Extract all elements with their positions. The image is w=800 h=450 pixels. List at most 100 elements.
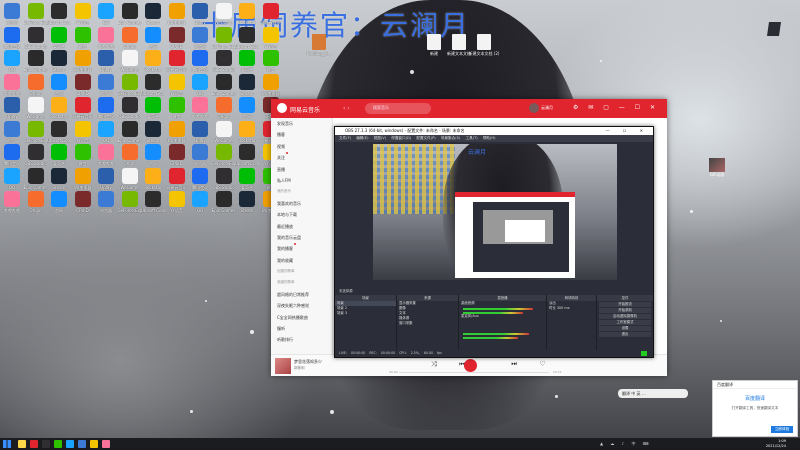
play-button[interactable] — [464, 359, 477, 372]
netease-titlebar[interactable]: 网易云音乐 ‹ › 搜索音乐 云澜月 ⚙ ✉ ▢ — ☐ ✕ — [271, 99, 667, 118]
start-button-icon[interactable] — [3, 440, 11, 448]
desktop-icon[interactable]: YY语音 — [165, 191, 189, 214]
desktop-icon[interactable]: Uplay — [94, 50, 118, 72]
desktop-icon[interactable]: Steam — [47, 50, 71, 72]
desktop-icon[interactable]: 战网 — [47, 73, 71, 97]
desktop-icon[interactable]: 腾讯会议 — [94, 97, 118, 120]
desktop-icon[interactable]: Ubisoft Connect — [235, 26, 259, 49]
desktop-file-gif[interactable]: GIF动画 — [705, 158, 729, 178]
album-cover[interactable] — [275, 358, 291, 374]
clock[interactable]: 1:09 2021/12/24 — [766, 439, 786, 449]
desktop-icon[interactable]: Steam — [141, 3, 165, 25]
sidebar-item[interactable]: 我的音乐云盘 — [271, 232, 332, 243]
obs-menu-item[interactable]: 配置文件(P) — [416, 136, 435, 140]
desktop-icon[interactable]: QQ — [188, 73, 212, 96]
desktop-icon[interactable]: GeForce Experience — [24, 120, 48, 143]
desktop-icon[interactable]: 爱奇艺 — [47, 144, 71, 167]
sidebar-item[interactable]: 超风格的日常推荐 — [271, 289, 332, 300]
desktop-icon[interactable]: OBS Studio — [212, 167, 236, 190]
desktop-icon[interactable]: Rockstar — [141, 167, 165, 190]
desktop-icon[interactable]: Ubisoft Connect — [141, 191, 165, 213]
back-forward-nav[interactable]: ‹ › — [343, 105, 350, 112]
desktop-icon[interactable]: 腾讯会议 — [0, 144, 24, 167]
desktop-icon[interactable]: 网易云音乐 — [165, 50, 189, 73]
obs-menu-item[interactable]: 视图(V) — [374, 136, 386, 140]
sidebar-item[interactable]: 视频 — [271, 141, 332, 152]
desktop-icon[interactable]: Ubisoft Connect — [141, 73, 165, 96]
sidebar-item[interactable]: 关注 — [271, 152, 332, 163]
desktop-icon[interactable]: 浏览器 — [188, 26, 212, 50]
desktop-icon[interactable]: Rockstar — [235, 120, 259, 143]
username[interactable]: 云澜月 — [541, 105, 553, 111]
desktop-icon[interactable]: WeGame — [118, 50, 142, 72]
desktop-icon[interactable]: Uplay — [94, 167, 118, 190]
obs-window[interactable]: OBS 27.1.3 (64-bit, windows) - 配置文件: 未命名… — [334, 126, 654, 358]
desktop-icon[interactable]: QQ — [0, 167, 24, 190]
desktop-icon[interactable]: Uplay — [188, 120, 212, 143]
desktop-icon[interactable]: OBS Studio — [118, 97, 142, 119]
virtual-camera-button[interactable]: 启动虚拟摄像机 — [599, 314, 651, 319]
desktop-icon[interactable]: GeForce Experience — [212, 26, 236, 49]
desktop-icon[interactable]: WeGame — [24, 97, 48, 119]
desktop-icon[interactable]: Epic Games — [118, 3, 142, 25]
desktop-icon[interactable]: 哔哩哔哩 — [94, 26, 118, 50]
sidebar-item[interactable]: 直播 — [271, 164, 332, 175]
desktop-icon[interactable]: Ubisoft Connect — [47, 120, 71, 143]
wechat-taskbar-icon[interactable] — [54, 440, 62, 448]
desktop-icon[interactable]: Rockstar — [141, 50, 165, 72]
desktop-icon[interactable]: 战网 — [47, 191, 71, 214]
desktop-icon[interactable]: Steam — [235, 73, 259, 96]
start-recording-button[interactable]: 开始录制 — [599, 308, 651, 313]
progress-bar[interactable] — [399, 372, 549, 373]
desktop-icon[interactable]: 哔哩哔哩 — [0, 73, 24, 97]
desktop-icon[interactable]: CPUID — [165, 144, 189, 166]
desktop-icon[interactable]: 微信 — [165, 97, 189, 120]
desktop-icon[interactable]: 战网 — [235, 97, 259, 120]
desktop-file-1[interactable]: Hellblog_9... — [302, 34, 336, 56]
desktop-icon[interactable]: GeForce Experience — [24, 3, 48, 25]
studio-mode-button[interactable]: 工作室模式 — [599, 320, 651, 325]
desktop-icon[interactable]: OBS Studio — [24, 144, 48, 166]
obs-menu-item[interactable]: 停靠窗口(D) — [391, 136, 411, 140]
desktop-icon[interactable]: WeGame — [212, 3, 236, 25]
desktop-icon[interactable]: Steam — [235, 191, 259, 213]
desktop-icon[interactable]: Rockstar — [235, 3, 259, 25]
desktop-icon[interactable]: 浏览器 — [94, 191, 118, 214]
sidebar-item[interactable]: 我的收藏 — [271, 255, 332, 266]
obs-preview[interactable]: 云澜月 — [373, 144, 617, 280]
desktop-icon[interactable]: Origin — [118, 26, 142, 49]
avatar[interactable] — [529, 103, 539, 113]
system-tray[interactable]: ▲ ☁ ♪ 中 ⌨ — [600, 441, 652, 447]
netease-taskbar-icon[interactable] — [30, 440, 38, 448]
obs-menu-item[interactable]: 文件(F) — [339, 136, 351, 140]
desktop-icon[interactable]: OBS Studio — [24, 26, 48, 49]
desktop-icon[interactable]: GeForce Experience — [118, 73, 142, 96]
obs-menu-item[interactable]: 工具(T) — [466, 136, 478, 140]
desktop-icon[interactable]: 微信 — [71, 26, 95, 50]
sidebar-item[interactable]: 发现音乐 — [271, 118, 332, 129]
desktop-icon[interactable]: UU加速器 — [165, 120, 189, 144]
desktop-icon[interactable]: QQ — [94, 120, 118, 143]
desktop-icon[interactable]: Steam — [141, 120, 165, 143]
sidebar-item[interactable]: 慢听 — [271, 323, 332, 334]
desktop-icon[interactable]: 微信 — [259, 50, 283, 73]
sidebar-item[interactable]: 听歌排行 — [271, 334, 332, 345]
desktop-icon[interactable]: QQ — [0, 50, 24, 72]
artist-name[interactable]: 郭敬明 — [294, 366, 305, 371]
sidebar-item[interactable]: 深夜失眠六种感觉 — [271, 300, 332, 311]
obs-menu-item[interactable]: 编辑(E) — [356, 136, 368, 140]
desktop-icon[interactable]: Uplay — [0, 97, 24, 119]
qq-taskbar-icon[interactable] — [66, 440, 74, 448]
desktop-icon[interactable]: WeGame — [118, 167, 142, 190]
obs-titlebar[interactable]: OBS 27.1.3 (64-bit, windows) - 配置文件: 未命名… — [335, 127, 653, 135]
sidebar-item[interactable]: 我喜欢的音乐 — [271, 198, 332, 209]
desktop-icon[interactable]: 爱奇艺 — [235, 50, 259, 73]
desktop-icon[interactable]: Origin — [24, 191, 48, 213]
obs-window-controls[interactable]: — ☐ ✕ — [606, 127, 649, 135]
obs-taskbar-icon[interactable] — [42, 440, 50, 448]
sidebar-item[interactable]: 私人FM — [271, 175, 332, 186]
desktop-icon[interactable]: Ubisoft Connect — [47, 3, 71, 25]
desktop-file-4[interactable]: 新建文本文档 (2) — [467, 34, 501, 57]
desktop-icon[interactable]: QQ — [188, 191, 212, 213]
desktop-icon[interactable]: UU加速器 — [71, 50, 95, 73]
